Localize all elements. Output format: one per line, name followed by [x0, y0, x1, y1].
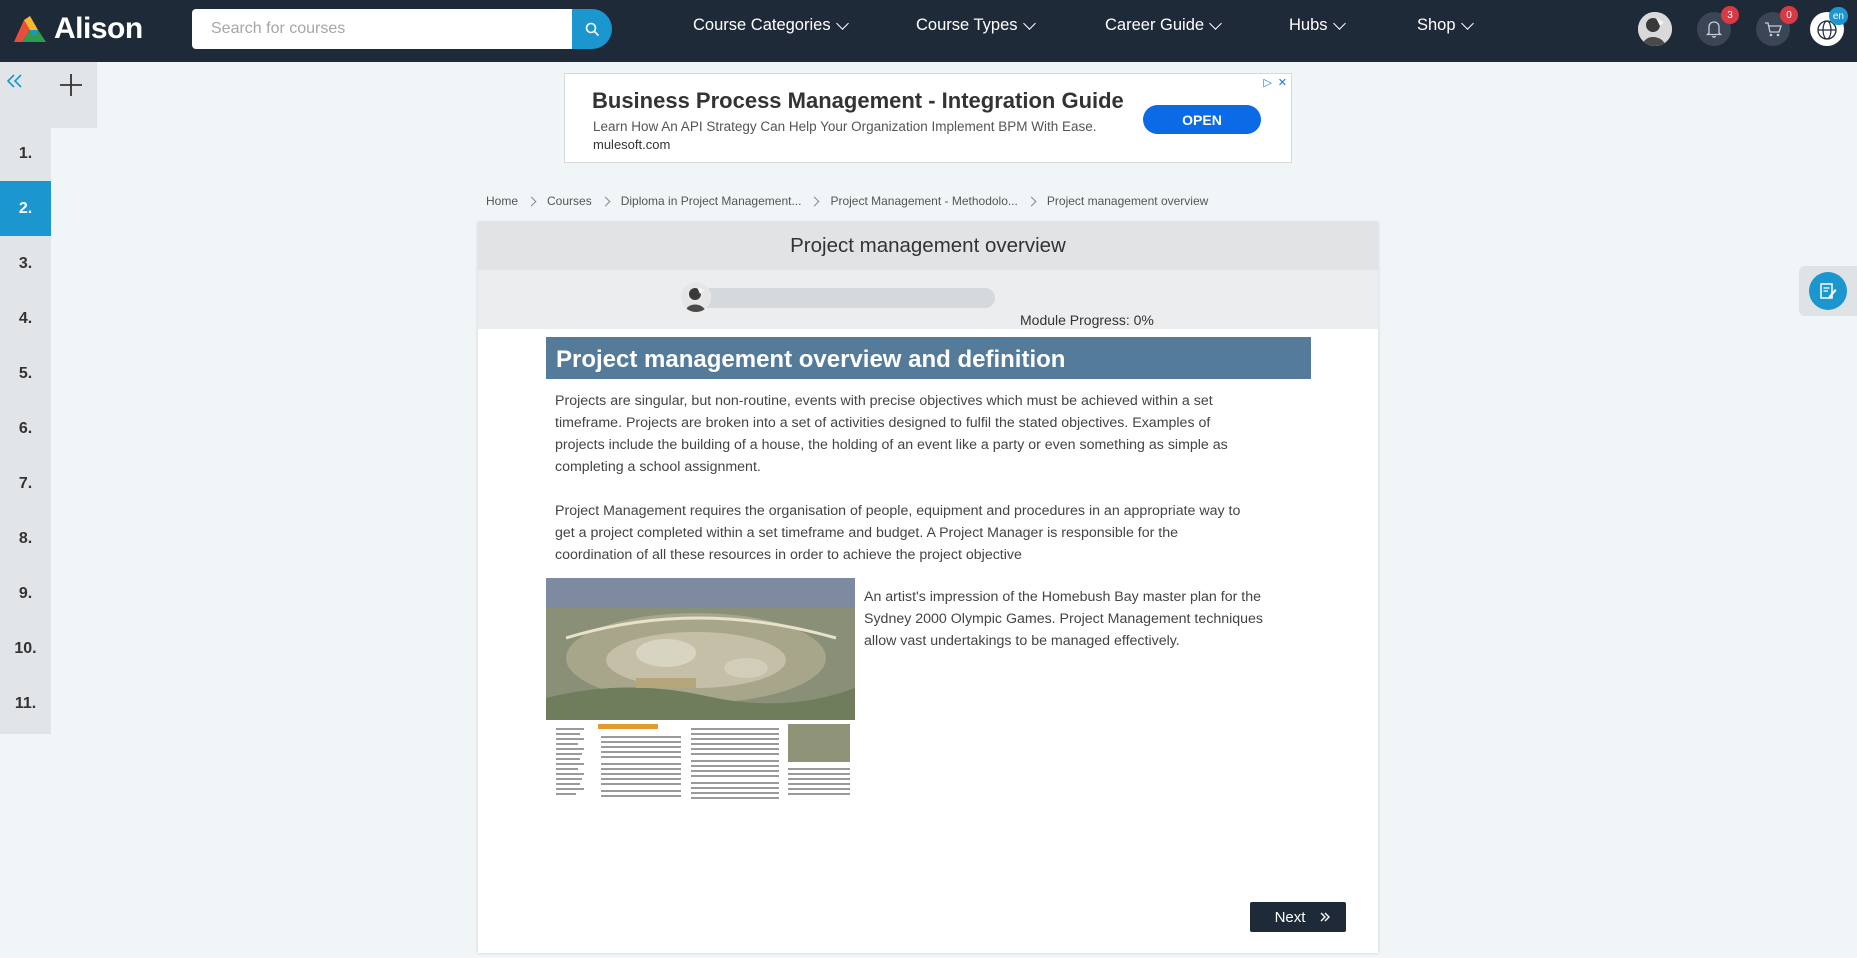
next-label: Next [1274, 908, 1306, 926]
notifications-badge: 3 [1721, 6, 1739, 24]
sidebar-topic-item[interactable]: 10. [0, 621, 51, 676]
sidebar-topic-item[interactable]: 8. [0, 511, 51, 566]
avatar-icon [681, 282, 711, 312]
content-heading: Project management overview and definiti… [546, 337, 1311, 379]
breadcrumb: Home Courses Diploma in Project Manageme… [486, 194, 1208, 208]
language-code: en [1828, 7, 1848, 25]
chevron-right-icon [810, 196, 820, 206]
alison-logo[interactable]: Alison [12, 12, 143, 46]
nav-hubs[interactable]: Hubs [1289, 16, 1346, 35]
sidebar-tools [0, 62, 97, 128]
double-chevron-right-icon [1320, 912, 1331, 922]
notifications-button[interactable]: 3 [1697, 6, 1739, 46]
progress-avatar [681, 282, 711, 312]
chevron-down-icon [835, 16, 849, 30]
nav-label: Shop [1417, 16, 1456, 34]
lesson-card: Project management overview Module Progr… [478, 222, 1378, 953]
search-icon [585, 22, 599, 36]
chevron-right-icon [526, 196, 537, 206]
sidebar-topic-item[interactable]: 2. [0, 181, 51, 236]
breadcrumb-courses[interactable]: Courses [547, 194, 592, 208]
masterplan-illustration [546, 578, 855, 808]
avatar-icon [1638, 12, 1672, 46]
ad-url[interactable]: mulesoft.com [593, 137, 670, 152]
cart-badge: 0 [1780, 6, 1798, 24]
user-avatar[interactable] [1638, 12, 1672, 46]
chevron-down-icon [1332, 16, 1346, 30]
nav-label: Hubs [1289, 16, 1328, 34]
double-chevron-left-icon [6, 74, 22, 88]
top-navbar: Alison Course Categories Course Types Ca… [0, 0, 1857, 62]
edit-notes-icon [1820, 283, 1837, 299]
breadcrumb-module[interactable]: Project Management - Methodolo... [830, 194, 1017, 208]
ad-description: Learn How An API Strategy Can Help Your … [593, 119, 1097, 134]
breadcrumb-course[interactable]: Diploma in Project Management... [621, 194, 802, 208]
sidebar-topic-item[interactable]: 1. [0, 126, 51, 181]
sidebar-topic-item[interactable]: 5. [0, 346, 51, 401]
search-button[interactable] [572, 9, 612, 49]
sidebar-topic-item[interactable]: 6. [0, 401, 51, 456]
ad-open-button[interactable]: OPEN [1143, 105, 1261, 134]
alison-logo-icon [14, 16, 46, 42]
chevron-right-icon [600, 196, 611, 206]
ad-close-icon[interactable]: ✕ [1278, 76, 1287, 89]
nav-course-types[interactable]: Course Types [916, 16, 1036, 35]
nav-career-guide[interactable]: Career Guide [1105, 16, 1222, 35]
sidebar-topic-item[interactable]: 4. [0, 291, 51, 346]
progress-label: Module Progress: 0% [1020, 312, 1154, 328]
nav-label: Course Categories [693, 16, 831, 34]
sidebar-topic-item[interactable]: 9. [0, 566, 51, 621]
collapse-sidebar-button[interactable] [4, 70, 26, 92]
notes-button[interactable] [1809, 272, 1847, 310]
plus-icon [60, 74, 82, 96]
homebush-bay-image [546, 578, 855, 808]
paragraph-2: Project Management requires the organisa… [555, 503, 1241, 563]
nav-label: Course Types [916, 16, 1018, 34]
nav-shop[interactable]: Shop [1417, 16, 1474, 35]
ad-controls: ▷ ✕ [1263, 76, 1287, 89]
brand-name: Alison [54, 12, 143, 45]
sidebar-topic-item[interactable]: 7. [0, 456, 51, 511]
next-button[interactable]: Next [1250, 902, 1346, 932]
chevron-down-icon [1022, 16, 1036, 30]
nav-label: Career Guide [1105, 16, 1205, 34]
breadcrumb-home[interactable]: Home [486, 194, 518, 208]
ad-choices-icon[interactable]: ▷ [1263, 76, 1271, 89]
language-button[interactable]: en [1810, 7, 1848, 46]
add-note-button[interactable] [58, 72, 84, 98]
chevron-down-icon [1209, 16, 1222, 30]
module-title: Project management overview [478, 222, 1378, 270]
breadcrumb-current: Project management overview [1046, 194, 1209, 208]
search-bar [192, 9, 612, 49]
module-progress: Module Progress: 0% [478, 270, 1378, 329]
progress-bar [685, 288, 995, 308]
sidebar-topic-item[interactable]: 11. [0, 676, 51, 731]
nav-course-categories[interactable]: Course Categories [693, 16, 849, 35]
chevron-down-icon [1460, 16, 1474, 30]
notes-panel-tab[interactable] [1799, 266, 1857, 316]
paragraph-1: Projects are singular, but non-routine, … [555, 393, 1228, 475]
image-caption: An artist's impression of the Homebush B… [864, 589, 1264, 649]
chevron-right-icon [1026, 196, 1037, 206]
advertisement[interactable]: ▷ ✕ Business Process Management - Integr… [564, 73, 1292, 163]
cart-button[interactable]: 0 [1756, 6, 1798, 46]
sidebar-topic-item[interactable]: 3. [0, 236, 51, 291]
search-input[interactable] [192, 9, 572, 49]
ad-title[interactable]: Business Process Management - Integratio… [592, 88, 1124, 114]
